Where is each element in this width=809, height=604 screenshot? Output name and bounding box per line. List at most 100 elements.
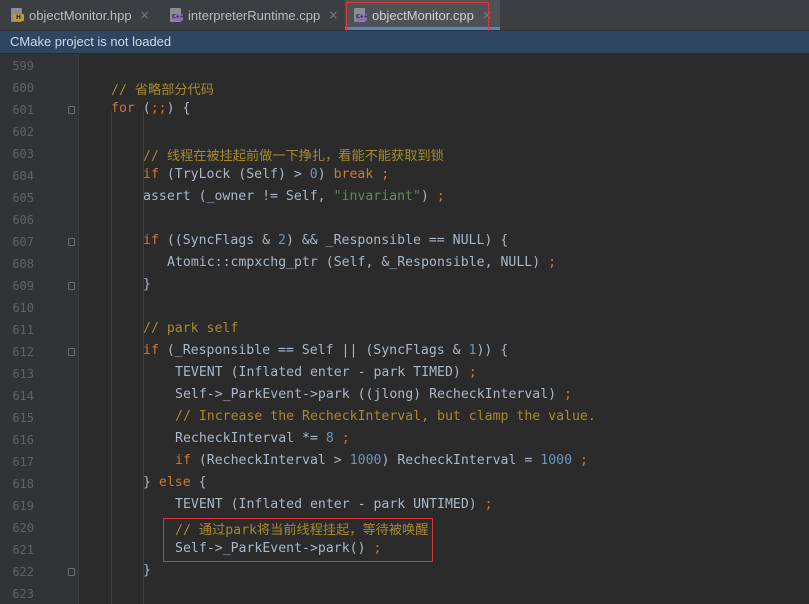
code-token: else: [158, 475, 199, 490]
code-token: assert (_owner != Self,: [143, 189, 334, 204]
code-token: 1000: [540, 453, 573, 468]
line-number: 616: [12, 433, 34, 447]
line-number: 608: [12, 257, 34, 271]
line-number: 613: [12, 367, 34, 381]
code-token: }: [143, 563, 151, 578]
indent-guide: [111, 111, 112, 604]
close-icon[interactable]: ×: [328, 8, 338, 22]
code-token: for: [111, 101, 143, 116]
code-line: Atomic::cmpxchg_ptr (Self, &_Responsible…: [167, 255, 556, 270]
code-line: // park self: [143, 321, 238, 336]
fold-marker-icon[interactable]: [68, 106, 75, 114]
code-token: if: [143, 343, 167, 358]
tab-interpreterruntime-cpp[interactable]: C++ interpreterRuntime.cpp ×: [160, 0, 345, 30]
line-number: 620: [12, 521, 34, 535]
tab-label: objectMonitor.hpp: [29, 7, 132, 23]
line-number: 600: [12, 81, 34, 95]
cpp-file-icon: C++: [169, 7, 184, 23]
line-number: 615: [12, 411, 34, 425]
tab-label: interpreterRuntime.cpp: [188, 7, 321, 23]
code-token: 8: [325, 431, 334, 446]
code-line: TEVENT (Inflated enter - park TIMED) ;: [175, 365, 477, 380]
code-token: ) && _Responsible == NULL) {: [285, 233, 509, 248]
line-number: 614: [12, 389, 34, 403]
code-line: assert (_owner != Self, "invariant") ;: [143, 189, 445, 204]
code-token: ) RecheckInterval =: [381, 453, 541, 468]
active-tab-highlight-box: [346, 2, 489, 32]
line-number: 604: [12, 169, 34, 183]
code-token: ): [317, 167, 334, 182]
code-line: for (;;) {: [111, 101, 190, 116]
code-token: ;: [333, 431, 350, 446]
code-token: Self->_ParkEvent->park ((jlong) RecheckI…: [175, 387, 565, 402]
code-token: 2: [277, 233, 286, 248]
code-line: // 线程在被挂起前做一下挣扎，看能不能获取到锁: [143, 145, 444, 164]
code-token: Atomic::cmpxchg_ptr (Self, &_Responsible…: [167, 255, 549, 270]
code-token: // park self: [143, 321, 239, 336]
code-token: TEVENT (Inflated enter - park UNTIMED): [175, 497, 485, 512]
code-highlight-box: [163, 518, 433, 562]
code-token: ((SyncFlags &: [166, 233, 278, 248]
code-token: ;: [484, 497, 493, 512]
line-number: 610: [12, 301, 34, 315]
code-line: }: [143, 563, 151, 578]
line-number: 621: [12, 543, 34, 557]
code-line: if (RecheckInterval > 1000) RecheckInter…: [175, 453, 588, 468]
code-token: TEVENT (Inflated enter - park TIMED): [175, 365, 469, 380]
code-token: if: [175, 453, 199, 468]
code-token: RecheckInterval *=: [175, 431, 326, 446]
code-token: ) {: [166, 101, 191, 116]
line-number: 623: [12, 587, 34, 601]
code-line: RecheckInterval *= 8 ;: [175, 431, 350, 446]
code-line: Self->_ParkEvent->park ((jlong) RecheckI…: [175, 387, 572, 402]
code-token: {: [198, 475, 207, 490]
code-line: if (TryLock (Self) > 0) break ;: [143, 167, 389, 182]
code-token: "invariant": [333, 189, 421, 204]
code-token: (TryLock (Self) >: [166, 167, 310, 182]
code-line: if ((SyncFlags & 2) && _Responsible == N…: [143, 233, 508, 248]
code-token: (: [142, 101, 151, 116]
code-line: if (_Responsible == Self || (SyncFlags &…: [143, 343, 508, 358]
cmake-notice-banner: CMake project is not loaded: [0, 31, 809, 53]
fold-marker-icon[interactable]: [68, 348, 75, 356]
code-token: if: [143, 233, 167, 248]
tab-objectmonitor-hpp[interactable]: H objectMonitor.hpp ×: [0, 0, 160, 30]
line-number: 622: [12, 565, 34, 579]
code-token: ;: [468, 365, 477, 380]
close-icon[interactable]: ×: [140, 8, 150, 22]
header-file-icon: H: [10, 7, 24, 23]
fold-marker-icon[interactable]: [68, 238, 75, 246]
line-number: 619: [12, 499, 34, 513]
fold-marker-icon[interactable]: [68, 568, 75, 576]
line-number: 618: [12, 477, 34, 491]
code-token: }: [143, 277, 151, 292]
code-token: ;;: [150, 101, 167, 116]
code-token: break ;: [333, 167, 390, 182]
code-token: }: [143, 475, 159, 490]
line-number: 617: [12, 455, 34, 469]
code-token: if: [143, 167, 167, 182]
line-number: 611: [12, 323, 34, 337]
code-token: ;: [564, 387, 572, 402]
line-number: 602: [12, 125, 34, 139]
code-token: 1000: [349, 453, 382, 468]
gutter-separator: [78, 54, 79, 604]
line-number: 609: [12, 279, 34, 293]
code-token: // 线程在被挂起前做一下挣扎，看能不能获取到锁: [143, 149, 444, 164]
line-number: 606: [12, 213, 34, 227]
code-token: 0: [309, 167, 318, 182]
code-line: TEVENT (Inflated enter - park UNTIMED) ;: [175, 497, 493, 512]
code-token: // Increase the RecheckInterval, but cla…: [175, 409, 596, 424]
line-number: 603: [12, 147, 34, 161]
fold-marker-icon[interactable]: [68, 282, 75, 290]
line-number: 605: [12, 191, 34, 205]
code-token: ;: [548, 255, 557, 270]
code-token: (_Responsible == Self || (SyncFlags &: [166, 343, 469, 358]
code-token: ;: [436, 189, 445, 204]
code-line: }: [143, 277, 151, 292]
line-number: 601: [12, 103, 34, 117]
code-token: ): [420, 189, 437, 204]
line-number: 607: [12, 235, 34, 249]
code-token: (RecheckInterval >: [198, 453, 350, 468]
code-line: // 省略部分代码: [111, 79, 214, 98]
